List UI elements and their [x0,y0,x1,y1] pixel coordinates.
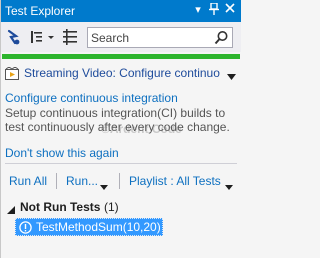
divider [56,173,57,189]
close-icon[interactable] [223,3,237,17]
window-title: Test Explorer [5,4,76,18]
chevron-down-icon[interactable] [227,69,236,80]
group-count: (1) [104,200,119,214]
expand-triangle-icon[interactable] [7,203,15,214]
run-all-link[interactable]: Run All [9,174,47,188]
title-bar: Test Explorer ▾ [1,0,241,22]
video-title[interactable]: Streaming Video: Configure continuo [24,66,224,80]
test-explorer-window: Test Explorer ▾ Search Streaming Video: … [0,0,241,258]
window-menu-icon[interactable]: ▾ [191,3,205,17]
connect-icon[interactable] [6,28,22,46]
status-bar [2,54,240,59]
run-menu-link[interactable]: Run... [66,174,98,188]
dont-show-again-link[interactable]: Don't show this again [5,146,119,160]
group-by-icon[interactable] [29,28,45,46]
watermark: ©Ardent Code [101,122,182,136]
search-box[interactable] [87,27,233,48]
group-name: Not Run Tests [20,200,101,214]
search-input[interactable] [91,29,209,46]
divider [119,173,120,189]
configure-ci-link[interactable]: Configure continuous integration [5,91,178,105]
filter-icon[interactable] [61,28,79,46]
test-name: TestMethodSum(10,20) [36,220,161,234]
not-run-info-icon [19,221,32,234]
test-group-not-run[interactable]: Not Run Tests (1) [1,199,241,215]
chevron-down-icon[interactable] [225,179,233,190]
video-icon [5,66,21,80]
divider [5,163,237,164]
chevron-down-icon[interactable] [47,28,55,46]
chevron-down-icon[interactable] [100,179,108,190]
toolbar [1,22,241,52]
pin-icon[interactable] [207,2,221,17]
test-item[interactable]: TestMethodSum(10,20) [15,218,163,236]
playlist-link[interactable]: Playlist : All Tests [129,174,221,188]
action-bar: Run All Run... Playlist : All Tests [1,173,241,191]
search-icon[interactable] [214,30,229,45]
streaming-video-info[interactable]: Streaming Video: Configure continuo [1,65,241,83]
